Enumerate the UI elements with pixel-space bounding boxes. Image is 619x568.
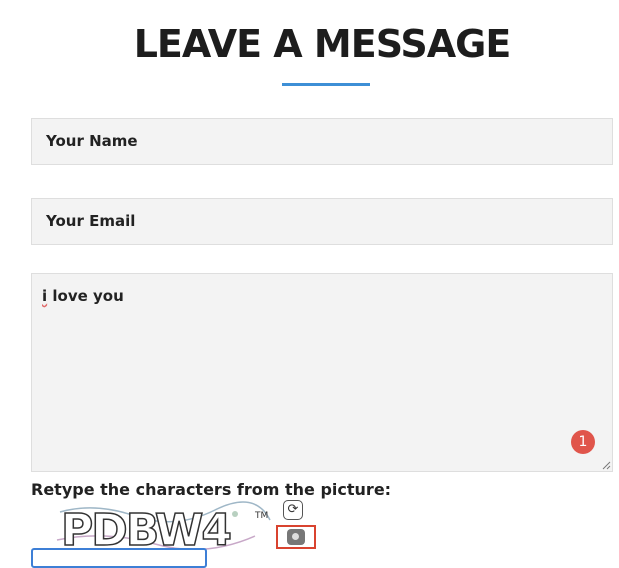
captcha-input[interactable] — [31, 548, 207, 568]
name-placeholder: Your Name — [46, 132, 138, 150]
email-placeholder: Your Email — [46, 212, 136, 230]
message-text: love you — [47, 287, 124, 305]
page-title: LEAVE A MESSAGE — [133, 22, 512, 66]
captcha-image: PDBW4 TM — [55, 500, 275, 552]
message-textarea[interactable]: i love you — [31, 273, 613, 472]
captcha-refresh-button[interactable]: ⟳ — [283, 500, 303, 520]
notification-badge[interactable]: 1 — [571, 430, 595, 454]
captcha-tm: TM — [254, 511, 268, 521]
resize-handle-icon[interactable] — [601, 460, 611, 470]
captcha-audio-button[interactable] — [276, 525, 316, 549]
captcha-label: Retype the characters from the picture: — [31, 480, 392, 499]
refresh-icon: ⟳ — [287, 502, 299, 517]
name-field[interactable]: Your Name — [31, 118, 613, 165]
captcha-text: PDBW4 — [61, 505, 230, 552]
title-underline — [282, 83, 370, 86]
audio-icon — [287, 529, 305, 545]
email-field[interactable]: Your Email — [31, 198, 613, 245]
